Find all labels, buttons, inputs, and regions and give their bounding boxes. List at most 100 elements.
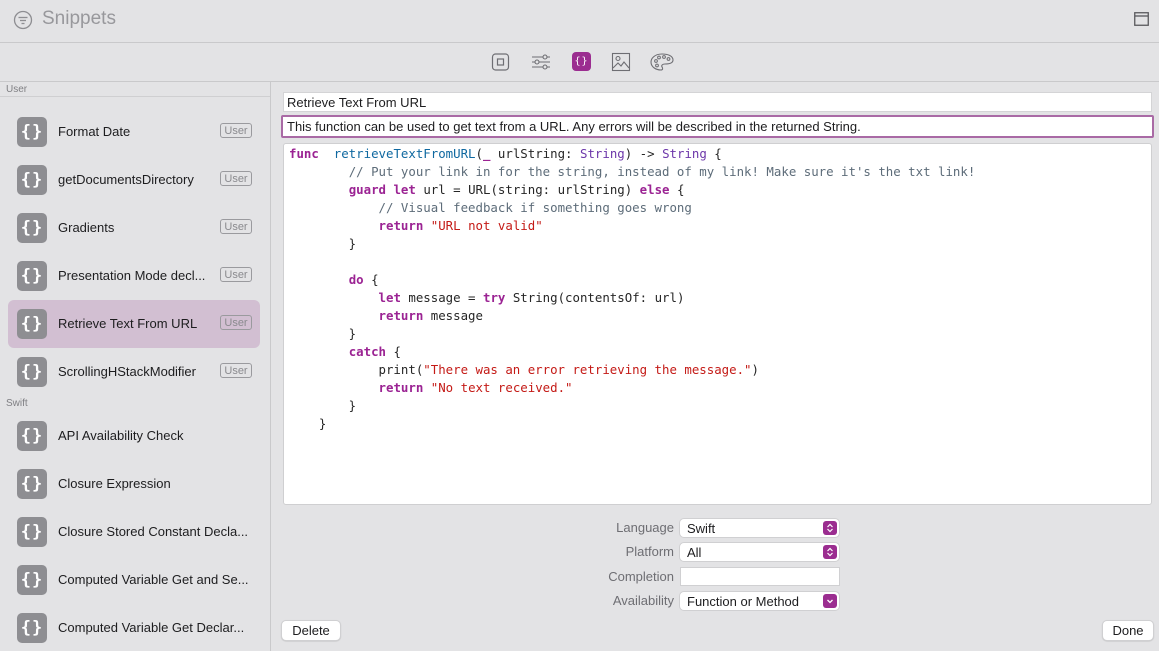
code-line: let message = try String(contentsOf: url… — [289, 289, 1146, 307]
snippet-list[interactable]: User {} Format Date User {} getDocuments… — [0, 82, 271, 651]
snippet-code-editor[interactable]: func retrieveTextFromURL(_ urlString: St… — [283, 143, 1152, 505]
snippet-label: getDocumentsDirectory — [58, 172, 194, 187]
code-token: } — [289, 326, 357, 341]
user-badge: User — [220, 315, 252, 330]
code-token: { — [669, 182, 685, 197]
snippet-item-api-availability-check[interactable]: {} API Availability Check — [8, 412, 260, 460]
user-badge: User — [220, 363, 252, 378]
snippet-item-retrieve-text-from-url[interactable]: {} Retrieve Text From URL User — [8, 300, 260, 348]
curly-braces-icon: {} — [17, 213, 47, 243]
user-badge: User — [220, 171, 252, 186]
sliders-icon — [532, 54, 550, 70]
snippet-item-get-documents-directory[interactable]: {} getDocumentsDirectory User — [8, 156, 260, 204]
code-line: do { — [289, 271, 1146, 289]
code-token: "URL not valid" — [430, 218, 543, 233]
snippet-label: Closure Stored Constant Decla... — [58, 524, 249, 539]
snippet-label: Computed Variable Get Declar... — [58, 620, 245, 635]
curly-braces-icon: {} — [17, 613, 47, 643]
chevron-down-icon — [823, 594, 837, 608]
delete-button[interactable]: Delete — [281, 620, 341, 641]
snippet-label: Format Date — [58, 124, 131, 139]
colors-tab[interactable] — [650, 52, 674, 72]
code-token: } — [289, 398, 357, 413]
code-line: func retrieveTextFromURL(_ urlString: St… — [289, 145, 1146, 163]
snippet-item-gradients[interactable]: {} Gradients User — [8, 204, 260, 252]
code-token: func — [289, 146, 319, 161]
filter-icon[interactable] — [13, 10, 33, 30]
curly-braces-icon: {} — [17, 469, 47, 499]
code-token: url = URL(string: urlString) — [415, 182, 640, 197]
completion-input[interactable] — [680, 567, 840, 586]
snippet-item-computed-variable-get-set[interactable]: {} Computed Variable Get and Se... — [8, 556, 260, 604]
palette-icon — [650, 53, 674, 71]
title-bar: Snippets — [0, 0, 1159, 43]
window-title: Snippets — [42, 8, 116, 29]
code-token: "There was an error retrieving the messa… — [423, 362, 752, 377]
platform-label: Platform — [625, 544, 674, 559]
section-header-swift: Swift — [6, 398, 28, 409]
code-token: return — [378, 308, 424, 323]
library-toolbar: {} — [0, 43, 1159, 82]
code-token: ) — [751, 362, 759, 377]
code-token: { — [706, 146, 722, 161]
snippet-item-closure-expression[interactable]: {} Closure Expression — [8, 460, 260, 508]
code-token: retrieveTextFromURL — [333, 146, 476, 161]
code-snippets-tab[interactable]: {} — [572, 52, 591, 71]
file-template-tab[interactable] — [491, 52, 511, 72]
user-badge: User — [220, 267, 252, 282]
done-button[interactable]: Done — [1102, 620, 1154, 641]
code-line: // Put your link in for the string, inst… — [289, 163, 1146, 181]
code-token: return — [378, 380, 424, 395]
code-token: } — [289, 236, 357, 251]
curly-braces-icon: {} — [17, 309, 47, 339]
snippet-item-presentation-mode[interactable]: {} Presentation Mode decl... User — [8, 252, 260, 300]
updown-chevron-icon — [823, 521, 837, 535]
snippet-item-closure-stored-constant[interactable]: {} Closure Stored Constant Decla... — [8, 508, 260, 556]
media-tab[interactable] — [611, 52, 631, 72]
sidebar-layout-icon[interactable] — [1134, 12, 1149, 26]
platform-select[interactable]: All — [679, 542, 840, 562]
language-label: Language — [616, 520, 674, 535]
curly-braces-icon: {} — [17, 421, 47, 451]
language-select[interactable]: Swift — [679, 518, 840, 538]
availability-label: Availability — [612, 593, 674, 608]
code-line: } — [289, 235, 1146, 253]
code-token: // Put your link in for the string, inst… — [348, 164, 976, 179]
code-token: ( — [475, 146, 483, 161]
snippet-label: Computed Variable Get and Se... — [58, 572, 249, 587]
square-in-square-icon — [491, 53, 510, 71]
snippet-label: Presentation Mode decl... — [58, 268, 206, 283]
platform-value: All — [687, 545, 702, 560]
code-token: String(contentsOf: url) — [505, 290, 685, 305]
code-token: let — [393, 182, 416, 197]
settings-tab[interactable] — [531, 52, 551, 72]
snippet-label: API Availability Check — [58, 428, 184, 443]
availability-select[interactable]: Function or Method — [679, 591, 840, 611]
code-token: urlString: — [490, 146, 580, 161]
snippet-item-scrolling-hstack-modifier[interactable]: {} ScrollingHStackModifier User — [8, 348, 260, 396]
code-token: let — [378, 290, 401, 305]
snippet-title-input[interactable]: Retrieve Text From URL — [283, 92, 1152, 112]
image-icon — [611, 52, 631, 72]
curly-braces-icon: {} — [17, 261, 47, 291]
code-token: String — [579, 146, 625, 161]
curly-braces-icon: {} — [17, 517, 47, 547]
snippet-summary-input[interactable]: This function can be used to get text fr… — [281, 115, 1154, 138]
snippet-item-computed-variable-get-declaration[interactable]: {} Computed Variable Get Declar... — [8, 604, 260, 651]
code-line: catch { — [289, 343, 1146, 361]
section-header-user: User — [6, 84, 28, 95]
availability-value: Function or Method — [687, 594, 800, 609]
snippet-item-format-date[interactable]: {} Format Date User — [8, 108, 260, 156]
code-line: guard let url = URL(string: urlString) e… — [289, 181, 1146, 199]
snippet-label: ScrollingHStackModifier — [58, 364, 196, 379]
